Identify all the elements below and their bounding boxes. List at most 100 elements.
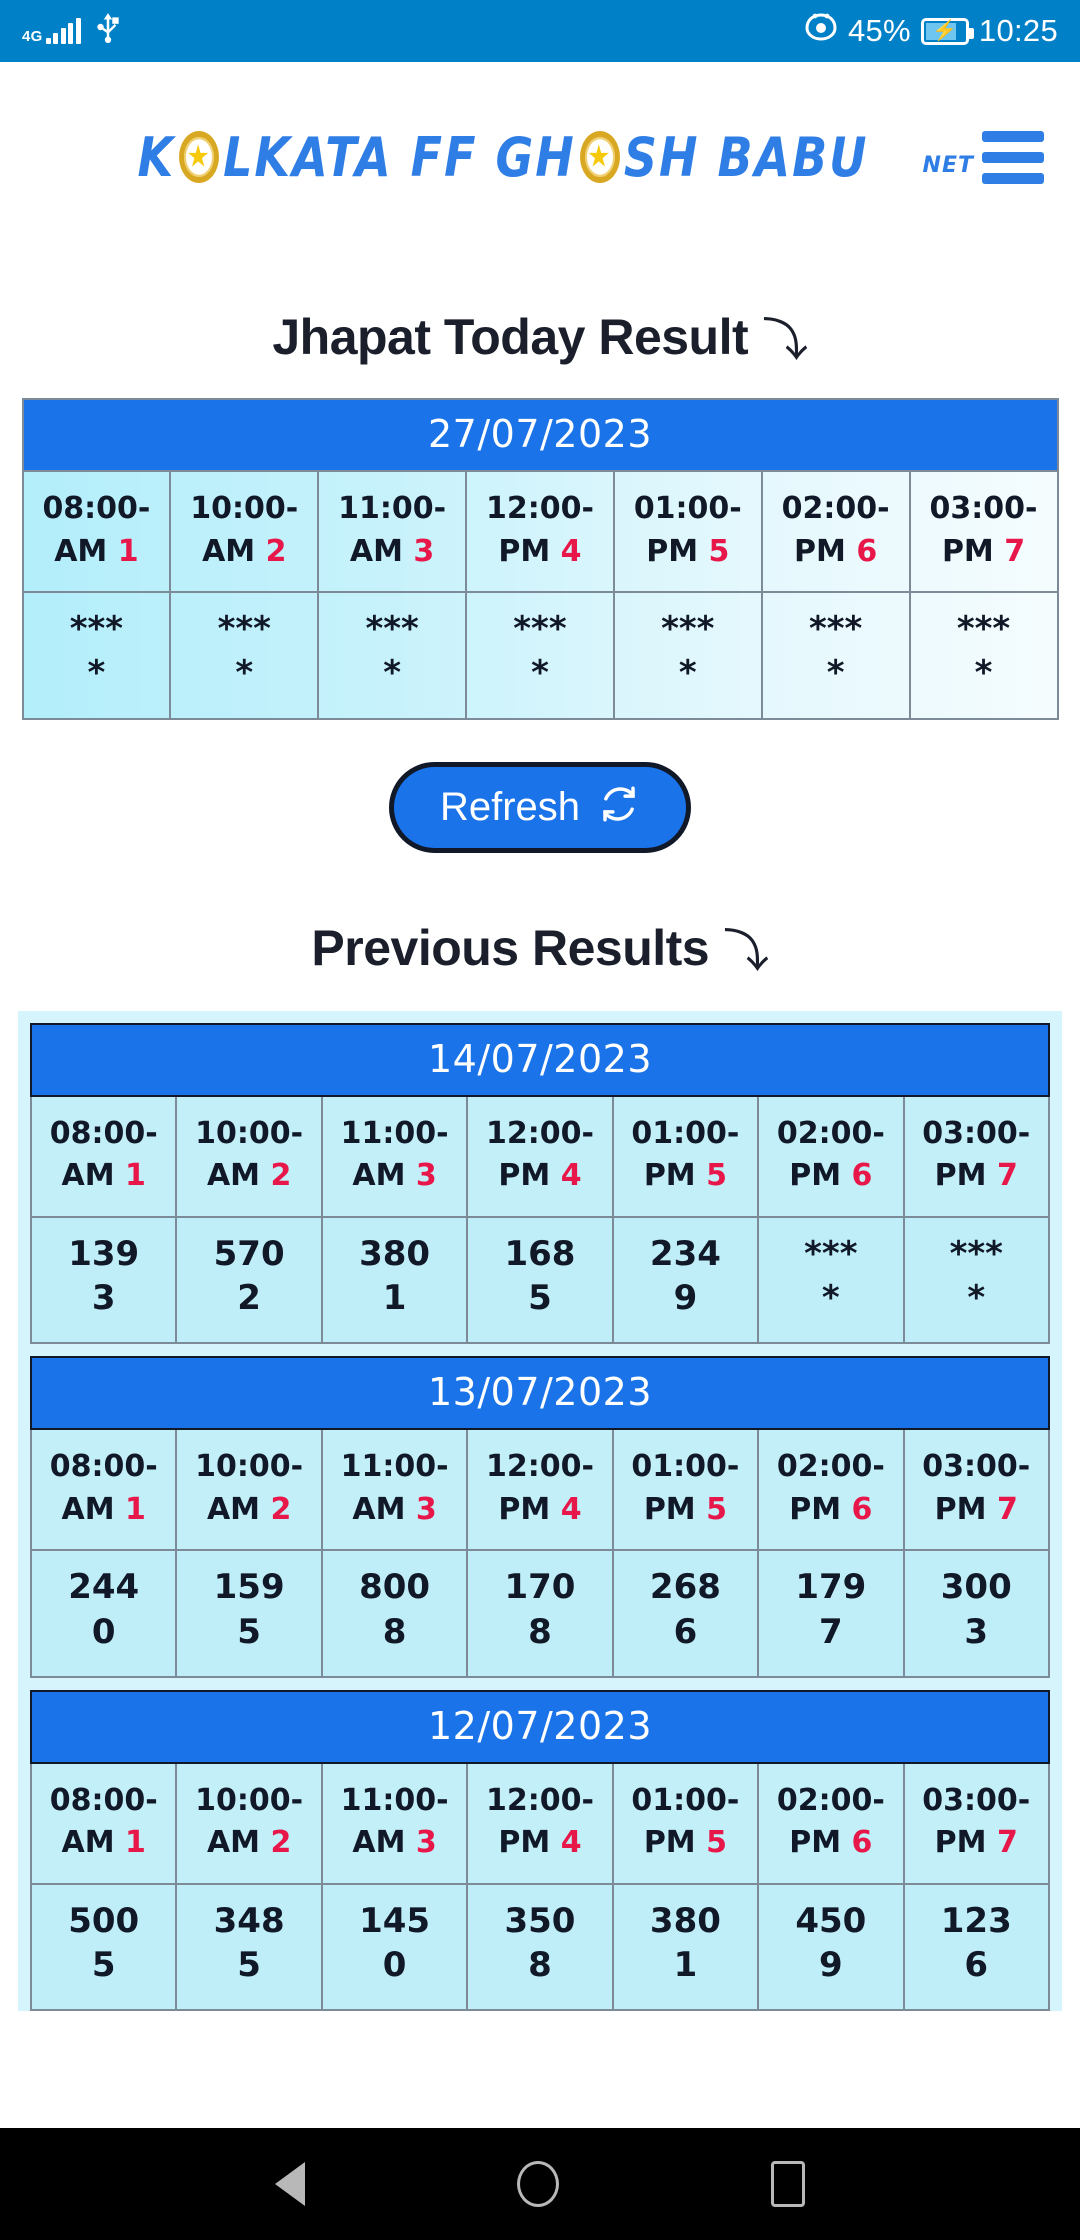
site-logo[interactable]: K ★ LKATA FF GH ★ SH BABU NET: [44, 125, 982, 189]
result-value-cell: 380 1: [611, 1882, 760, 2012]
logo-part-3: SH BABU: [623, 125, 869, 189]
result-value-cell: *** *: [465, 591, 615, 720]
logo-domain-suffix: NET: [922, 153, 974, 178]
today-value-row: *** * *** * *** * *** * *** * *** * *** *: [21, 591, 1059, 720]
time-slot-cell: 10:00- AM 2: [175, 1428, 323, 1552]
result-value-cell: *** *: [902, 1215, 1051, 1345]
time-slot-cell: 02:00- PM 6: [757, 1094, 905, 1218]
previous-results-heading: Previous Results ⤵: [0, 915, 1080, 981]
time-slot-cell: 11:00- AM 3: [320, 1761, 469, 1885]
refresh-button-row: Refresh: [0, 761, 1080, 853]
time-slot-cell: 12:00- PM 4: [466, 1428, 614, 1552]
previous-result-table: 14/07/2023 08:00- AM 1 10:00- AM 2 11:00- AM 3…: [29, 1022, 1051, 1345]
status-bar-right: 45% ⚡ 10:25: [804, 12, 1058, 50]
previous-result-table: 12/07/2023 08:00- AM 1 10:00- AM 2 11:00- AM 3…: [29, 1689, 1051, 2012]
network-type-label: 4G: [22, 28, 43, 45]
time-slot-cell: 03:00- PM 7: [902, 1094, 1051, 1218]
result-value-cell: 450 9: [757, 1882, 905, 2012]
home-icon[interactable]: [517, 2161, 559, 2207]
time-slot-cell: 03:00- PM 7: [902, 1428, 1051, 1552]
star-medal-icon: ★: [179, 131, 220, 183]
result-value-cell: *** *: [169, 591, 320, 720]
result-value-cell: *** *: [21, 591, 172, 720]
down-arrow-icon: ⤵: [762, 314, 808, 366]
result-value-cell: 123 6: [902, 1882, 1051, 2012]
today-date-row: 27/07/2023: [21, 398, 1059, 472]
time-slot-cell: 08:00- AM 1: [21, 469, 172, 594]
time-slot-cell: 12:00- PM 4: [466, 1094, 614, 1218]
result-value-cell: 145 0: [320, 1882, 469, 2012]
result-value-cell: 159 5: [175, 1549, 323, 1678]
result-value-cell: *** *: [317, 591, 468, 720]
battery-charging-icon: ⚡: [920, 17, 974, 45]
status-bar-left: 4G: [22, 11, 121, 51]
previous-date: 12/07/2023: [30, 1689, 1050, 1764]
result-value-cell: 348 5: [175, 1882, 323, 2012]
time-slot-cell: 01:00- PM 5: [612, 469, 763, 594]
result-value-cell: 300 3: [902, 1549, 1051, 1678]
previous-value-row: 500 5 348 5 145 0 350 8 380 1 450 9 123 6: [29, 1882, 1051, 2012]
result-value-cell: 168 5: [466, 1215, 614, 1345]
previous-time-row: 08:00- AM 1 10:00- AM 2 11:00- AM 3 12:00- PM 4…: [29, 1761, 1051, 1885]
result-value-cell: 350 8: [466, 1882, 614, 2012]
time-slot-cell: 02:00- PM 6: [757, 1761, 905, 1885]
time-slot-cell: 08:00- AM 1: [29, 1094, 178, 1218]
previous-date-row: 13/07/2023: [30, 1356, 1050, 1431]
previous-value-row: 139 3 570 2 380 1 168 5 234 9 *** * *** *: [29, 1215, 1051, 1345]
previous-result-table: 13/07/2023 08:00- AM 1 10:00- AM 2 11:00- AM 3…: [29, 1356, 1051, 1678]
result-value-cell: 380 1: [320, 1215, 469, 1345]
time-slot-cell: 11:00- AM 3: [317, 469, 468, 594]
previous-date: 14/07/2023: [30, 1022, 1050, 1097]
previous-results-panel: 14/07/2023 08:00- AM 1 10:00- AM 2 11:00- AM 3…: [18, 1010, 1062, 2012]
previous-date-row: 14/07/2023: [30, 1022, 1050, 1097]
result-value-cell: *** *: [760, 591, 911, 720]
time-slot-cell: 10:00- AM 2: [169, 469, 320, 594]
previous-time-row: 08:00- AM 1 10:00- AM 2 11:00- AM 3 12:00- PM 4…: [29, 1094, 1051, 1218]
today-result-table: 27/07/2023 08:00- AM 1 10:00- AM 2 11:00- AM …: [21, 398, 1059, 720]
usb-icon: [95, 11, 121, 51]
result-value-cell: 800 8: [320, 1549, 469, 1678]
time-slot-cell: 12:00- PM 4: [465, 469, 615, 594]
today-result-title: Jhapat Today Result: [272, 309, 749, 365]
signal-bars-icon: [45, 18, 81, 44]
time-slot-cell: 01:00- PM 5: [611, 1428, 760, 1552]
time-slot-cell: 02:00- PM 6: [757, 1428, 905, 1552]
time-slot-cell: 11:00- AM 3: [320, 1094, 469, 1218]
result-value-cell: *** *: [757, 1215, 905, 1345]
status-bar: 4G 45% ⚡ 10:25: [0, 0, 1080, 62]
result-value-cell: *** *: [908, 591, 1059, 720]
signal-indicator: 4G: [22, 18, 81, 44]
previous-results-title: Previous Results: [311, 919, 710, 976]
back-icon[interactable]: [275, 2162, 305, 2206]
clock-label: 10:25: [978, 13, 1058, 48]
result-value-cell: *** *: [612, 591, 763, 720]
android-nav-bar: [0, 2128, 1080, 2240]
previous-value-row: 244 0 159 5 800 8 170 8 268 6 179 7 300 3: [29, 1549, 1051, 1678]
app-header: K ★ LKATA FF GH ★ SH BABU NET: [0, 62, 1080, 252]
eye-comfort-icon: [804, 12, 838, 50]
time-slot-cell: 01:00- PM 5: [611, 1761, 760, 1885]
logo-part-1: K: [137, 125, 176, 189]
refresh-icon: [598, 783, 640, 832]
refresh-button[interactable]: Refresh: [388, 761, 692, 853]
logo-wordmark: K ★ LKATA FF GH ★ SH BABU: [137, 125, 868, 189]
time-slot-cell: 03:00- PM 7: [908, 469, 1059, 594]
result-value-cell: 570 2: [175, 1215, 323, 1345]
previous-time-row: 08:00- AM 1 10:00- AM 2 11:00- AM 3 12:00- PM 4…: [29, 1428, 1051, 1552]
today-result-heading: Jhapat Today Result ⤵: [0, 304, 1080, 370]
result-value-cell: 244 0: [29, 1549, 178, 1678]
battery-percent-label: 45%: [847, 13, 911, 48]
result-value-cell: 500 5: [29, 1882, 178, 2012]
time-slot-cell: 08:00- AM 1: [29, 1761, 178, 1885]
recents-icon[interactable]: [771, 2161, 805, 2207]
time-slot-cell: 10:00- AM 2: [175, 1761, 323, 1885]
down-arrow-icon: ⤵: [723, 924, 769, 977]
result-value-cell: 234 9: [611, 1215, 760, 1345]
hamburger-menu-icon[interactable]: [982, 130, 1044, 184]
refresh-button-label: Refresh: [439, 784, 581, 829]
result-value-cell: 179 7: [757, 1549, 905, 1678]
time-slot-cell: 11:00- AM 3: [320, 1428, 469, 1552]
time-slot-cell: 12:00- PM 4: [466, 1761, 614, 1885]
result-value-cell: 139 3: [29, 1215, 178, 1345]
previous-date: 13/07/2023: [30, 1356, 1050, 1431]
